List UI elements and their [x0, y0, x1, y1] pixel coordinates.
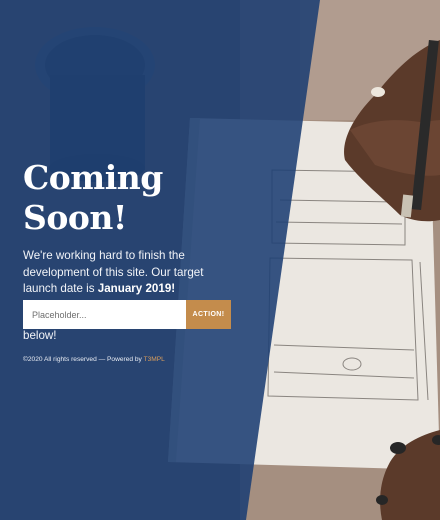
brand-link[interactable]: T3MPL [144, 356, 165, 363]
signup-form: ACTION! [23, 300, 231, 329]
lead-text: We're working hard to finish the develop… [23, 248, 235, 298]
launch-date: January 2019! [97, 282, 176, 295]
email-input[interactable] [23, 300, 186, 329]
footer: ©2020 All rights reserved — Powered by T… [23, 356, 165, 363]
copyright-text: ©2020 All rights reserved — Powered by [23, 356, 142, 363]
action-button[interactable]: ACTION! [186, 300, 231, 329]
page-title: Coming Soon! [23, 158, 163, 237]
